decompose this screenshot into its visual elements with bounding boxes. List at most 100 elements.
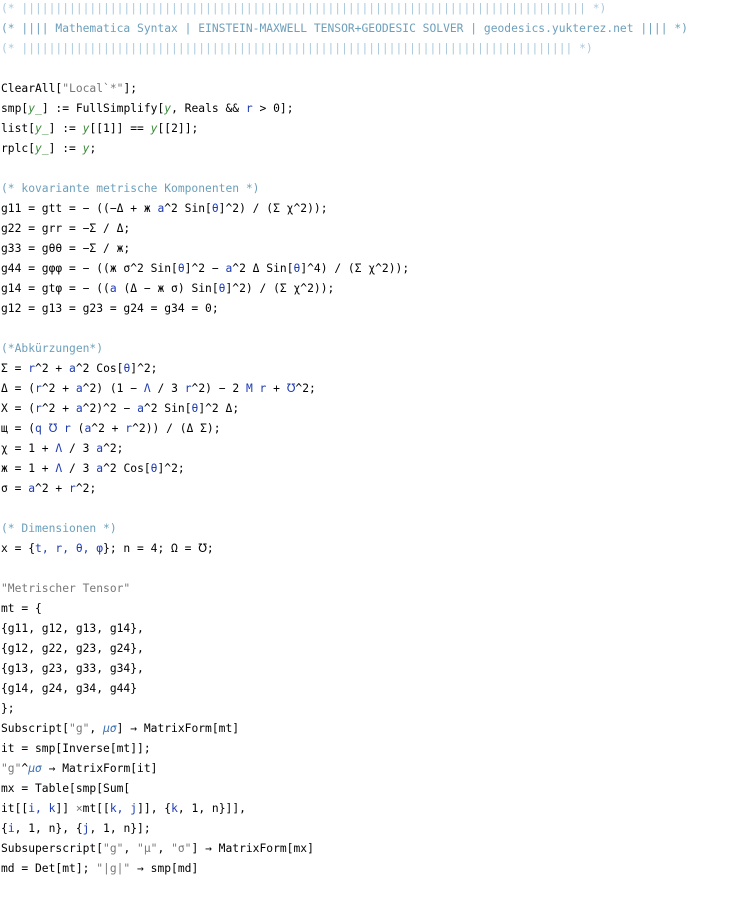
comment-abbreviations: (*Abkürzungen*) bbox=[1, 340, 103, 358]
code-token: a bbox=[137, 402, 144, 415]
code-token: ]^2 Δ; bbox=[198, 402, 240, 415]
code-token: , Reals && bbox=[171, 102, 246, 115]
code-token: list[ bbox=[1, 122, 36, 135]
code-token: ^2 + bbox=[91, 422, 126, 435]
code-token: y_ bbox=[28, 102, 42, 115]
code-line-chi-capital: Χ = (r^2 + a^2)^2 − a^2 Sin[θ]^2 Δ; bbox=[1, 400, 239, 418]
code-line-g22: g22 = grr = −Σ / Δ; bbox=[1, 220, 130, 238]
notebook-code-cell[interactable]: (* |||||||||||||||||||||||||||||||||||||… bbox=[1, 0, 741, 897]
code-token: Subscript[ bbox=[1, 722, 70, 735]
string-metric-tensor: "Metrischer Tensor" bbox=[1, 580, 130, 598]
code-token: σ = bbox=[1, 482, 29, 495]
code-token: a bbox=[75, 402, 83, 415]
code-line-delta: Δ = (r^2 + a^2) (1 − Λ / 3 r^2) − 2 M r … bbox=[1, 380, 316, 398]
code-token: ^2 Cos[ bbox=[75, 362, 124, 375]
code-token: θ bbox=[211, 202, 219, 215]
code-token: / 3 bbox=[62, 462, 97, 475]
code-token: ] → MatrixForm[mt] bbox=[116, 722, 240, 735]
header-comment-title: (* |||| Mathematica Syntax | EINSTEIN-MA… bbox=[1, 22, 688, 35]
code-token: χ = 1 + bbox=[1, 442, 56, 455]
code-token: }; n = 4; Ω = ℧; bbox=[103, 542, 214, 555]
code-token: (Δ − ж σ) Sin[ bbox=[116, 282, 219, 295]
code-token: M r bbox=[245, 382, 267, 395]
code-token: }; bbox=[1, 702, 15, 715]
code-token: ^2) (1 − bbox=[82, 382, 144, 395]
code-token: ]^4) / (Σ χ^2)); bbox=[300, 262, 410, 275]
code-token: ]^2) / (Σ χ^2)); bbox=[225, 282, 335, 295]
code-token: [[1]] == bbox=[89, 122, 151, 135]
code-line-mx-sum: it[[i, k]] ×mt[[k, j]], {k, 1, n}]], bbox=[1, 800, 246, 818]
code-token: ^2 Cos[ bbox=[103, 462, 151, 475]
code-token: "|g|" bbox=[96, 862, 131, 875]
code-line-list-definition: list[y_] := y[[1]] == y[[2]]; bbox=[1, 120, 198, 138]
code-token: , bbox=[157, 842, 172, 855]
code-token: "Local`*" bbox=[62, 82, 124, 95]
code-line-mx-table: mx = Table[smp[Sum[ bbox=[1, 780, 130, 798]
code-token: ^2) − 2 bbox=[191, 382, 246, 395]
code-token: it = smp[Inverse[mt]]; bbox=[1, 742, 151, 755]
code-token: r bbox=[69, 482, 76, 495]
code-token: r bbox=[245, 102, 253, 115]
code-token: mx = Table[smp[Sum[ bbox=[1, 782, 131, 795]
code-token: , bbox=[123, 842, 138, 855]
code-token: r bbox=[184, 382, 192, 395]
code-token: ]] bbox=[55, 802, 76, 815]
code-token: y_ bbox=[35, 122, 49, 135]
code-token: it[[ bbox=[1, 802, 29, 815]
code-line-chi: χ = 1 + Λ / 3 a^2; bbox=[1, 440, 123, 458]
code-token: ]], { bbox=[137, 802, 172, 815]
code-token: { bbox=[1, 822, 8, 835]
code-token: ] → MatrixForm[mx] bbox=[191, 842, 314, 855]
code-line-g12-zero: g12 = g13 = g23 = g24 = g34 = 0; bbox=[1, 300, 219, 318]
code-token: mt = { bbox=[1, 602, 42, 615]
code-token: md = Det[mt]; bbox=[1, 862, 97, 875]
code-line-smp-definition: smp[y_] := FullSimplify[y, Reals && r > … bbox=[1, 100, 294, 118]
code-line-g33: g33 = gθθ = −Σ / ж; bbox=[1, 240, 130, 258]
matrix-row-1: {g11, g12, g13, g14}, bbox=[1, 620, 144, 638]
header-comment-bar-top: (* |||||||||||||||||||||||||||||||||||||… bbox=[1, 2, 607, 15]
code-token: (*Abkürzungen*) bbox=[1, 342, 104, 355]
code-token: , 1, n}]], bbox=[177, 802, 246, 815]
code-token: щ = ( bbox=[1, 422, 36, 435]
code-token: g12 = g13 = g23 = g24 = g34 = 0; bbox=[1, 302, 219, 315]
code-token: ^2 + bbox=[41, 382, 76, 395]
code-line-clearall: ClearAll["Local`*"]; bbox=[1, 80, 137, 98]
code-token: r bbox=[28, 362, 36, 375]
code-line-zhe: ж = 1 + Λ / 3 a^2 Cos[θ]^2; bbox=[1, 460, 185, 478]
code-token: {g12, g22, g23, g24}, bbox=[1, 642, 144, 655]
code-token: ] := FullSimplify[ bbox=[41, 102, 165, 115]
code-token: i, k bbox=[28, 802, 56, 815]
code-line-sigma: Σ = r^2 + a^2 Cos[θ]^2; bbox=[1, 360, 158, 378]
code-token: ^2; bbox=[75, 482, 97, 495]
code-line-dimensions: x = {t, r, θ, φ}; n = 4; Ω = ℧; bbox=[1, 540, 214, 558]
code-token: a bbox=[109, 282, 117, 295]
comment-dimensions: (* Dimensionen *) bbox=[1, 520, 117, 538]
code-token: r bbox=[35, 382, 42, 395]
code-token: [[2]]; bbox=[157, 122, 199, 135]
code-token: / 3 bbox=[62, 442, 97, 455]
code-token: ]^2) / (Σ χ^2)); bbox=[218, 202, 328, 215]
code-token: "g" bbox=[69, 722, 90, 735]
code-line-sigma-small: σ = a^2 + r^2; bbox=[1, 480, 96, 498]
matrix-row-4: {g14, g24, g34, g44} bbox=[1, 680, 137, 698]
code-token: ; bbox=[89, 142, 97, 155]
code-token: k bbox=[171, 802, 178, 815]
code-token: ^2 Sin[ bbox=[143, 402, 192, 415]
code-token: , 1, n}]; bbox=[89, 822, 151, 835]
code-token: a bbox=[75, 382, 83, 395]
code-token: {g11, g12, g13, g14}, bbox=[1, 622, 144, 635]
code-token: (* kovariante metrische Komponenten *) bbox=[1, 182, 260, 195]
code-token: ^2 + bbox=[41, 402, 76, 415]
code-token: {g13, g23, g33, g34}, bbox=[1, 662, 144, 675]
code-line-rplc-definition: rplc[y_] := y; bbox=[1, 140, 96, 158]
code-token: + bbox=[266, 382, 287, 395]
code-token: ]^2; bbox=[130, 362, 158, 375]
code-token: > 0]; bbox=[252, 102, 294, 115]
code-token: "g" bbox=[1, 762, 22, 775]
code-token: g33 = gθθ = −Σ / ж; bbox=[1, 242, 131, 255]
code-token: g44 = gφφ = − ((ж σ^2 Sin[ bbox=[1, 262, 178, 275]
code-token: → smp[md] bbox=[130, 862, 199, 875]
code-token: μσ bbox=[28, 762, 42, 775]
code-line-subsuperscript: Subsuperscript["g", "μ", "σ"] → MatrixFo… bbox=[1, 840, 314, 858]
code-line-determinant: md = Det[mt]; "|g|" → smp[md] bbox=[1, 860, 198, 878]
